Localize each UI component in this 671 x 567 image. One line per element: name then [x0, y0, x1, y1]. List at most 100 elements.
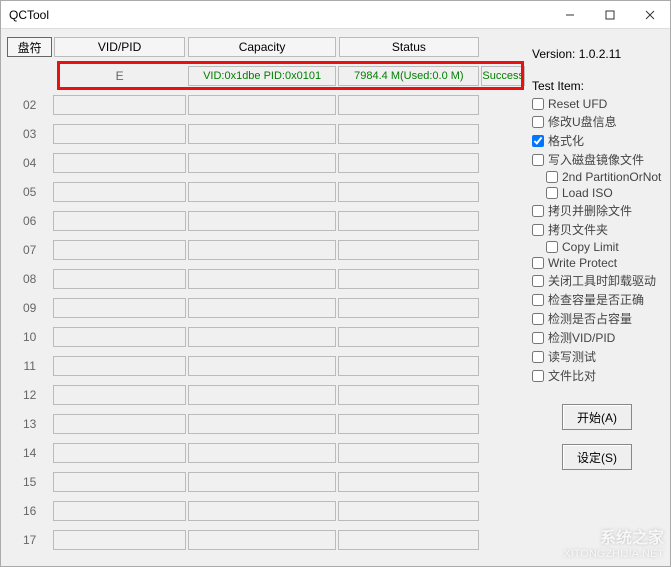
cell-capacity: 7984.4 M(Used:0.0 M) [338, 66, 479, 86]
close-button[interactable] [630, 1, 670, 28]
check-label: Reset UFD [548, 97, 607, 111]
check-item[interactable]: 格式化 [532, 132, 662, 149]
check-label: 拷贝文件夹 [548, 221, 608, 238]
check-label: 2nd PartitionOrNot [562, 170, 661, 184]
check-box[interactable] [532, 332, 544, 344]
check-box[interactable] [532, 294, 544, 306]
check-box[interactable] [532, 275, 544, 287]
check-box[interactable] [532, 370, 544, 382]
check-label: 格式化 [548, 132, 584, 149]
check-item[interactable]: 修改U盘信息 [532, 113, 662, 130]
check-box[interactable] [546, 187, 558, 199]
grid-panel: 盘符 VID/PID Capacity Status EVID:0x1dbe P… [7, 33, 526, 562]
header-status: Status [339, 37, 479, 57]
check-item[interactable]: 2nd PartitionOrNot [546, 170, 662, 184]
table-row: 12 [7, 380, 526, 409]
check-item[interactable]: 拷贝并删除文件 [532, 202, 662, 219]
check-label: Copy Limit [562, 240, 619, 254]
device-table: 盘符 VID/PID Capacity Status EVID:0x1dbe P… [7, 33, 526, 554]
check-item[interactable]: 拷贝文件夹 [532, 221, 662, 238]
table-row: 17 [7, 525, 526, 554]
cell-capacity [188, 327, 337, 347]
check-label: Load ISO [562, 186, 613, 200]
table-row: 03 [7, 119, 526, 148]
check-label: 修改U盘信息 [548, 113, 617, 130]
cell-capacity [188, 530, 337, 550]
row-label: 06 [7, 206, 52, 235]
cell-capacity [188, 414, 337, 434]
table-row: 15 [7, 467, 526, 496]
cell-vidpid [53, 385, 185, 405]
cell-status [338, 385, 479, 405]
check-label: Write Protect [548, 256, 617, 270]
row-label: 05 [7, 177, 52, 206]
check-item[interactable]: 读写测试 [532, 348, 662, 365]
cell-vidpid [53, 443, 185, 463]
check-item[interactable]: 文件比对 [532, 367, 662, 384]
cell-status [338, 356, 479, 376]
check-box[interactable] [546, 241, 558, 253]
row-label: E [52, 61, 186, 90]
side-panel: Version: 1.0.2.11 Test Item: Reset UFD修改… [526, 33, 666, 562]
cell-status [338, 443, 479, 463]
check-item[interactable]: 检测VID/PID [532, 329, 662, 346]
table-row: 07 [7, 235, 526, 264]
cell-vidpid [53, 269, 185, 289]
row-label: 17 [7, 525, 52, 554]
row-label: 03 [7, 119, 52, 148]
check-item[interactable]: Reset UFD [532, 97, 662, 111]
cell-capacity [188, 182, 337, 202]
cell-vidpid [53, 182, 185, 202]
check-label: 检测VID/PID [548, 329, 615, 346]
check-item[interactable]: 检测是否占容量 [532, 310, 662, 327]
table-row: 06 [7, 206, 526, 235]
check-item[interactable]: 关闭工具时卸载驱动 [532, 272, 662, 289]
check-item[interactable]: 写入磁盘镜像文件 [532, 151, 662, 168]
check-box[interactable] [532, 135, 544, 147]
cell-capacity [188, 269, 337, 289]
header-drive: 盘符 [7, 37, 51, 57]
check-box[interactable] [532, 224, 544, 236]
check-box[interactable] [532, 205, 544, 217]
cell-capacity [188, 240, 337, 260]
table-row: 02 [7, 90, 526, 119]
check-item[interactable]: Write Protect [532, 256, 662, 270]
settings-button[interactable]: 设定(S) [562, 444, 632, 470]
check-box[interactable] [532, 351, 544, 363]
check-label: 关闭工具时卸载驱动 [548, 272, 656, 289]
cell-vidpid [53, 356, 185, 376]
minimize-button[interactable] [550, 1, 590, 28]
check-label: 写入磁盘镜像文件 [548, 151, 644, 168]
table-row: 14 [7, 438, 526, 467]
cell-status [338, 124, 479, 144]
table-row: 09 [7, 293, 526, 322]
check-item[interactable]: Copy Limit [546, 240, 662, 254]
check-box[interactable] [532, 98, 544, 110]
check-box[interactable] [546, 171, 558, 183]
cell-status [338, 182, 479, 202]
maximize-button[interactable] [590, 1, 630, 28]
row-label: 16 [7, 496, 52, 525]
window-controls [550, 1, 670, 28]
cell-capacity [188, 385, 337, 405]
cell-status [338, 95, 479, 115]
cell-vidpid [53, 95, 185, 115]
row-label: 13 [7, 409, 52, 438]
test-items-list: Reset UFD 修改U盘信息格式化写入磁盘镜像文件 2nd PartitionO… [532, 97, 662, 386]
check-box[interactable] [532, 313, 544, 325]
cell-vidpid [53, 472, 185, 492]
cell-status [338, 153, 479, 173]
check-item[interactable]: Load ISO [546, 186, 662, 200]
check-box[interactable] [532, 257, 544, 269]
row-label: 14 [7, 438, 52, 467]
cell-status [338, 501, 479, 521]
header-capacity: Capacity [188, 37, 335, 57]
check-box[interactable] [532, 116, 544, 128]
check-box[interactable] [532, 154, 544, 166]
window-title: QCTool [9, 1, 49, 29]
row-label: 15 [7, 467, 52, 496]
cell-vidpid [53, 414, 185, 434]
check-item[interactable]: 检查容量是否正确 [532, 291, 662, 308]
cell-status: Success [481, 66, 525, 86]
start-button[interactable]: 开始(A) [562, 404, 632, 430]
